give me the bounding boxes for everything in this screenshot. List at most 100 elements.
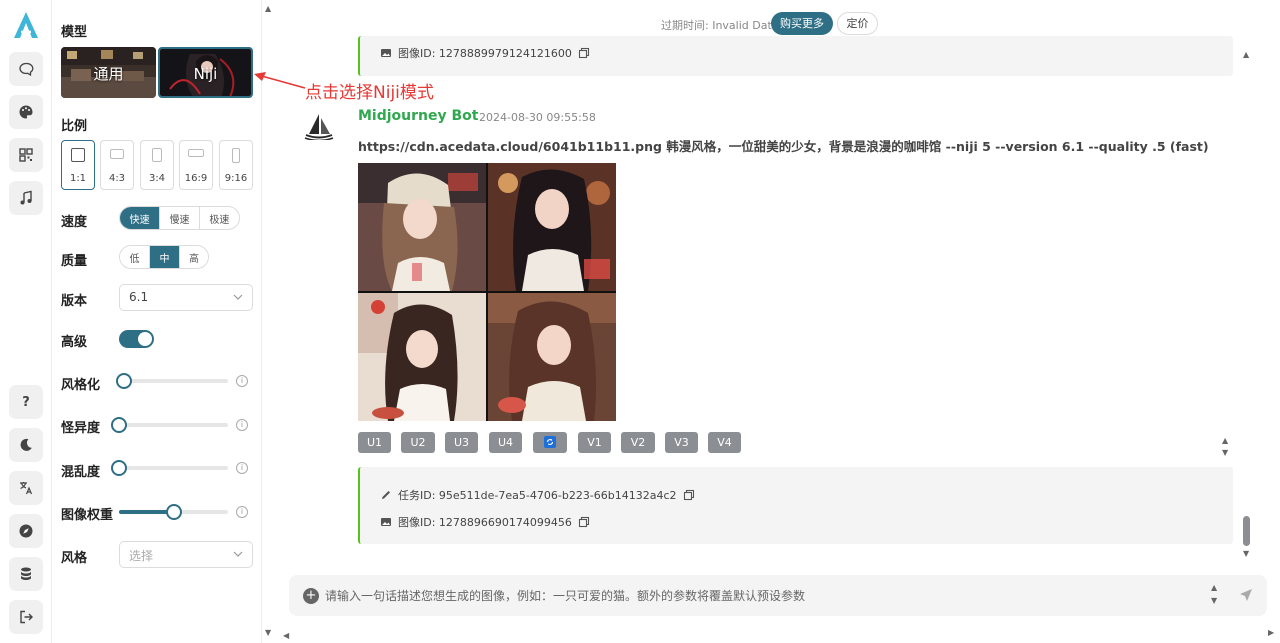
- result-image-grid[interactable]: [358, 163, 616, 421]
- speed-fast[interactable]: 快速: [120, 207, 160, 229]
- ratio-9-16[interactable]: 9:16: [219, 140, 253, 190]
- speed-slow[interactable]: 慢速: [159, 207, 198, 229]
- model-card-general[interactable]: 通用: [61, 47, 156, 98]
- ratio-text: 4:3: [108, 173, 126, 184]
- copy-icon[interactable]: [578, 47, 590, 59]
- chaos-slider[interactable]: [111, 460, 228, 476]
- chat-icon: [19, 62, 34, 77]
- chat-button[interactable]: [9, 52, 43, 86]
- upscale-u1-button[interactable]: U1: [358, 432, 391, 453]
- task-id-row: 任务ID: 95e511de-7ea5-4706-b223-66b14132a4…: [380, 487, 695, 503]
- bot-name: Midjourney Bot: [358, 108, 479, 124]
- ratio-text: 1:1: [69, 173, 87, 184]
- result-image-1[interactable]: [358, 163, 487, 292]
- style-select[interactable]: 选择: [119, 541, 253, 568]
- image-weight-slider[interactable]: [119, 504, 228, 520]
- explore-button[interactable]: [9, 514, 43, 548]
- logout-button[interactable]: [9, 600, 43, 634]
- reroll-button[interactable]: [533, 432, 567, 453]
- annotation-text: 点击选择Niji模式: [305, 83, 434, 103]
- result-image-3[interactable]: [358, 292, 487, 422]
- slider-handle[interactable]: [165, 504, 182, 520]
- variation-v2-button[interactable]: V2: [621, 432, 655, 453]
- ratio-label: 比例: [61, 119, 88, 134]
- buy-more-button[interactable]: 购买更多: [771, 12, 833, 35]
- panel-scroll-down-icon[interactable]: ▼: [265, 628, 271, 637]
- qrcode-button[interactable]: [9, 138, 43, 172]
- ratio-tall-icon: [232, 148, 240, 163]
- quality-segmented: 低 中 高: [119, 245, 209, 269]
- upscale-u3-button[interactable]: U3: [445, 432, 478, 453]
- inner-scroll-up-icon[interactable]: ▲: [1222, 436, 1228, 445]
- page-scroll-right-icon[interactable]: ▶: [1268, 628, 1274, 637]
- theme-button[interactable]: [9, 428, 43, 462]
- image-weight-label: 图像权重: [61, 508, 114, 523]
- send-icon[interactable]: [1239, 588, 1253, 602]
- chat-scroll-up-icon[interactable]: ▲: [1243, 50, 1249, 59]
- version-label: 版本: [61, 294, 88, 309]
- chat-scroll-down-icon[interactable]: ▼: [1243, 549, 1249, 558]
- ratio-16-9[interactable]: 16:9: [179, 140, 213, 190]
- prompt-input[interactable]: 请输入一句话描述您想生成的图像，例如：一只可爱的猫。额外的参数将覆盖默认预设参数: [325, 587, 805, 604]
- inner-scroll-down-icon[interactable]: ▼: [1222, 448, 1228, 457]
- ratio-3-4[interactable]: 3:4: [140, 140, 174, 190]
- model-label: 模型: [61, 25, 88, 40]
- database-button[interactable]: [9, 557, 43, 591]
- info-icon[interactable]: i: [236, 375, 248, 387]
- page-scroll-left-icon[interactable]: ◀: [283, 631, 289, 640]
- speed-segmented: 快速 慢速 极速: [119, 206, 240, 230]
- chaos-label: 混乱度: [61, 465, 101, 480]
- variation-v4-button[interactable]: V4: [708, 432, 741, 453]
- result-image-4[interactable]: [487, 292, 617, 422]
- prompt-input-bar[interactable]: + 请输入一句话描述您想生成的图像，例如：一只可爱的猫。额外的参数将覆盖默认预设…: [289, 575, 1267, 616]
- music-button[interactable]: [9, 181, 43, 215]
- quality-high[interactable]: 高: [179, 246, 208, 268]
- speed-label: 速度: [61, 215, 88, 230]
- input-scroll-up-icon[interactable]: ▲: [1211, 583, 1217, 592]
- previous-result-card: 图像ID: 1278889979124121600: [358, 36, 1233, 76]
- input-scroll-down-icon[interactable]: ▼: [1211, 596, 1217, 605]
- chat-scrollbar-thumb[interactable]: [1243, 516, 1250, 546]
- slider-handle[interactable]: [111, 417, 127, 433]
- quality-low[interactable]: 低: [120, 246, 149, 268]
- previous-image-id: 图像ID: 1278889979124121600: [398, 47, 572, 60]
- info-icon[interactable]: i: [236, 506, 248, 518]
- stylize-label: 风格化: [61, 378, 101, 393]
- style-label: 风格: [61, 551, 88, 566]
- quality-label: 质量: [61, 254, 88, 269]
- ratio-1-1[interactable]: 1:1: [61, 140, 95, 190]
- info-icon[interactable]: i: [236, 462, 248, 474]
- speed-turbo[interactable]: 极速: [198, 207, 239, 229]
- app-logo[interactable]: [11, 10, 41, 40]
- info-icon[interactable]: i: [236, 419, 248, 431]
- copy-icon[interactable]: [578, 516, 590, 528]
- weird-slider[interactable]: [111, 417, 228, 433]
- model-card-niji[interactable]: Niji: [158, 47, 253, 98]
- help-icon: ?: [22, 394, 30, 410]
- language-button[interactable]: [9, 471, 43, 505]
- copy-icon[interactable]: [683, 489, 695, 501]
- model-card-label: Niji: [193, 65, 218, 83]
- help-button[interactable]: ?: [9, 385, 43, 419]
- image-id: 图像ID: 1278896690174099456: [398, 516, 572, 529]
- weird-label: 怪异度: [61, 421, 101, 436]
- image-id-row: 图像ID: 1278896690174099456: [380, 514, 590, 530]
- advanced-toggle[interactable]: [119, 330, 154, 348]
- upscale-u2-button[interactable]: U2: [401, 432, 435, 453]
- ratio-4-3[interactable]: 4:3: [100, 140, 134, 190]
- stylize-slider[interactable]: [116, 373, 228, 389]
- quality-medium[interactable]: 中: [149, 246, 179, 268]
- message-timestamp: 2024-08-30 09:55:58: [479, 111, 596, 124]
- slider-handle[interactable]: [116, 373, 133, 389]
- add-attachment-icon[interactable]: +: [303, 588, 319, 604]
- pricing-button[interactable]: 定价: [837, 12, 878, 35]
- chevron-down-icon: [233, 551, 243, 557]
- result-image-2[interactable]: [487, 163, 617, 292]
- variation-v1-button[interactable]: V1: [578, 432, 611, 453]
- style-placeholder: 选择: [129, 549, 154, 563]
- variation-v3-button[interactable]: V3: [665, 432, 698, 453]
- version-select[interactable]: 6.1: [119, 284, 253, 311]
- palette-button[interactable]: [9, 95, 43, 129]
- slider-handle[interactable]: [111, 460, 127, 476]
- upscale-u4-button[interactable]: U4: [489, 432, 522, 453]
